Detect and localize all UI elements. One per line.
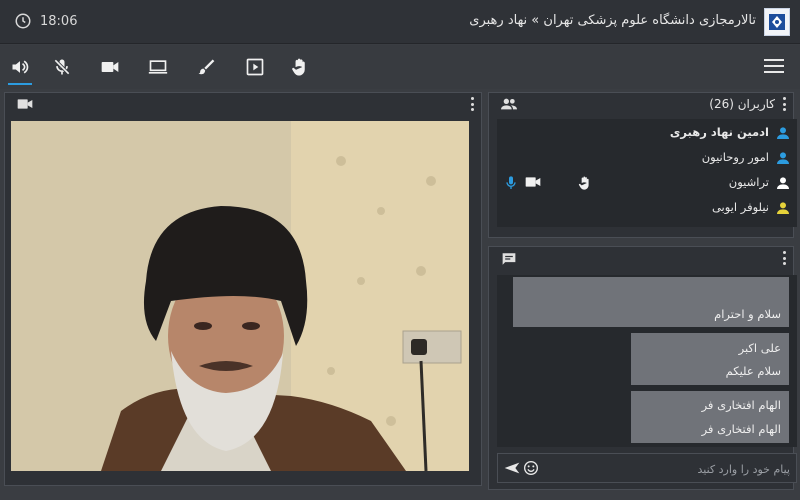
hamburger-icon bbox=[764, 59, 784, 61]
user-name: امور روحانیون bbox=[701, 150, 769, 164]
raise-hand-icon bbox=[292, 58, 305, 76]
video-feed bbox=[11, 121, 469, 471]
screen-share-icon bbox=[148, 60, 168, 74]
user-icon bbox=[777, 177, 789, 189]
user-item[interactable]: نیلوفر ایوبی bbox=[497, 196, 797, 220]
user-name: ادمین نهاد رهبری bbox=[669, 125, 769, 139]
camera-icon bbox=[17, 99, 33, 109]
chat-message-text: الهام افتخاری فر bbox=[701, 422, 781, 436]
whiteboard-brush-button[interactable] bbox=[194, 55, 218, 79]
mic-icon bbox=[506, 176, 516, 189]
chat-messages: سلام و احترام علی اکبر سلام علیکم الهام … bbox=[497, 275, 797, 447]
raise-hand-icon bbox=[578, 176, 589, 190]
camera-icon bbox=[101, 62, 119, 72]
user-item[interactable]: تراشیون bbox=[497, 171, 797, 195]
chat-message: الهام افتخاری فر الهام افتخاری فر bbox=[631, 391, 789, 443]
screen-share-button[interactable] bbox=[146, 55, 170, 79]
chat-message-author: علی اکبر bbox=[738, 341, 781, 355]
main-menu-button[interactable] bbox=[764, 59, 784, 75]
users-title: کاربران (26) bbox=[709, 97, 775, 111]
video-panel-header bbox=[5, 93, 481, 115]
clock-icon bbox=[15, 13, 31, 29]
top-bar: 18:06 تالارمجازی دانشگاه علوم پزشکی تهرا… bbox=[0, 0, 800, 44]
users-panel-header: کاربران (26) bbox=[489, 93, 793, 115]
user-item[interactable]: امور روحانیون bbox=[497, 146, 797, 170]
chat-panel: سلام و احترام علی اکبر سلام علیکم الهام … bbox=[488, 246, 797, 490]
chat-message-text: سلام و احترام bbox=[714, 307, 781, 321]
chat-panel-options-icon[interactable] bbox=[783, 251, 787, 265]
user-icon bbox=[777, 152, 789, 164]
clock-time: 18:06 bbox=[40, 13, 78, 29]
video-panel-options-icon[interactable] bbox=[471, 97, 475, 111]
camera-toggle-button[interactable] bbox=[98, 55, 122, 79]
toolbar bbox=[0, 45, 800, 89]
speaker-button[interactable] bbox=[8, 55, 32, 85]
chat-message: سلام و احترام bbox=[513, 277, 789, 327]
user-icon bbox=[777, 127, 789, 139]
media-play-button[interactable] bbox=[243, 55, 267, 79]
people-icon bbox=[501, 98, 517, 110]
speaker-icon bbox=[12, 60, 29, 74]
emoji-icon[interactable] bbox=[523, 460, 539, 476]
brush-icon bbox=[198, 59, 215, 75]
chat-message-text: سلام علیکم bbox=[725, 364, 781, 378]
users-list: ادمین نهاد رهبری امور روحانیون تراشیون ن… bbox=[497, 119, 797, 227]
mic-off-icon bbox=[54, 59, 70, 75]
chat-message: علی اکبر سلام علیکم bbox=[631, 333, 789, 385]
university-logo-icon bbox=[764, 8, 790, 36]
camera-icon bbox=[525, 177, 541, 187]
chat-panel-header bbox=[489, 247, 793, 269]
chat-message-author: الهام افتخاری فر bbox=[701, 398, 781, 412]
clock: 18:06 bbox=[14, 12, 77, 30]
play-icon bbox=[246, 58, 264, 76]
send-icon[interactable] bbox=[504, 461, 520, 475]
user-item[interactable]: ادمین نهاد رهبری bbox=[497, 121, 797, 145]
user-name: تراشیون bbox=[728, 175, 769, 189]
users-panel: کاربران (26) ادمین نهاد رهبری امور روحان… bbox=[488, 92, 797, 238]
users-panel-options-icon[interactable] bbox=[783, 97, 787, 111]
user-icon bbox=[777, 202, 789, 214]
raise-hand-button[interactable] bbox=[288, 55, 312, 79]
page-title: تالارمجازی دانشگاه علوم پزشکی تهران » نه… bbox=[469, 13, 756, 28]
chat-icon bbox=[502, 253, 516, 265]
chat-input-bar bbox=[497, 453, 797, 483]
mic-toggle-button[interactable] bbox=[50, 55, 74, 79]
user-name: نیلوفر ایوبی bbox=[711, 200, 769, 214]
video-panel bbox=[4, 92, 482, 486]
chat-input[interactable] bbox=[544, 459, 790, 479]
